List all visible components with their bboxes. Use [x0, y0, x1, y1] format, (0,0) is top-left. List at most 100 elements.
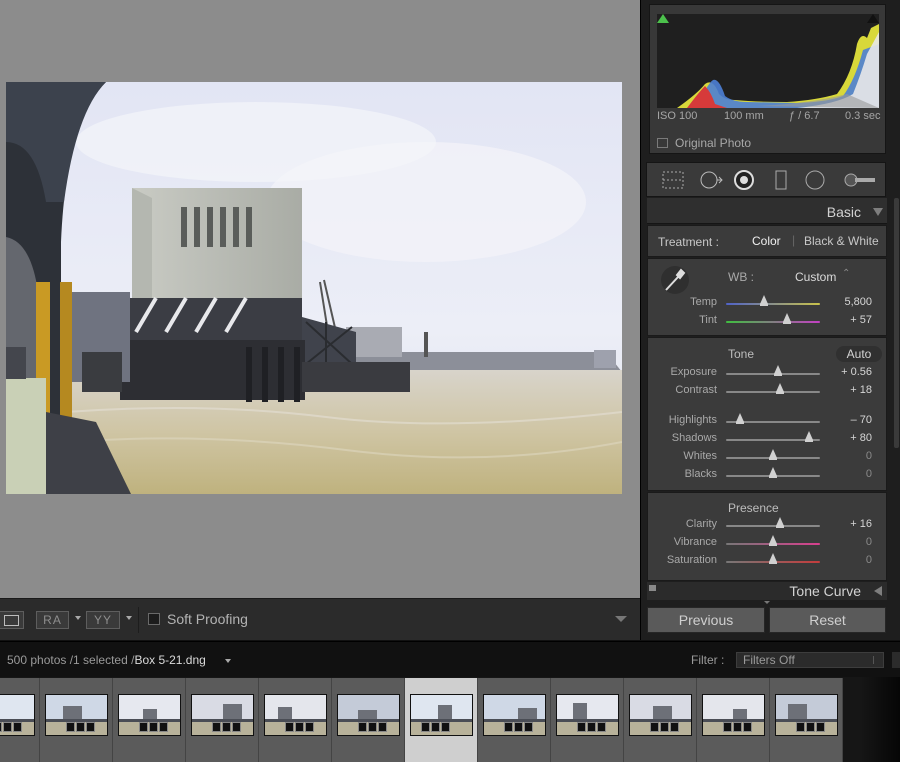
filmstrip-thumbnail[interactable]: [40, 678, 113, 762]
adjustment-brush-icon[interactable]: [841, 169, 877, 191]
thumbnail-badges: [504, 722, 533, 734]
filmstrip-thumbnail[interactable]: [770, 678, 843, 762]
tool-strip: [646, 162, 886, 197]
auto-tone-button[interactable]: Auto: [836, 346, 882, 362]
crop-overlay-icon[interactable]: [661, 169, 685, 191]
badge-icon: [378, 722, 387, 732]
filmstrip-thumbnail[interactable]: [405, 678, 478, 762]
slider-thumb-tint[interactable]: [783, 313, 792, 324]
slider-value-saturation[interactable]: 0: [823, 554, 872, 566]
panel-switch-icon[interactable]: [649, 585, 656, 591]
slider-track-contrast[interactable]: [726, 391, 820, 393]
histogram-graph[interactable]: [657, 14, 879, 108]
photo-count-text: 500 photos /1 selected /Box 5-21.dng: [7, 653, 206, 667]
slider-thumb-highlights[interactable]: [736, 413, 745, 424]
toolbar-menu-icon[interactable]: [615, 616, 627, 622]
spot-removal-icon[interactable]: [699, 169, 723, 191]
soft-proofing-label[interactable]: Soft Proofing: [167, 611, 248, 627]
badge-icon: [149, 722, 158, 732]
slider-value-shadows[interactable]: + 80: [823, 432, 872, 444]
filmstrip-thumbnail[interactable]: [186, 678, 259, 762]
filmstrip-thumbnail[interactable]: [113, 678, 186, 762]
slider-thumb-exposure[interactable]: [773, 365, 782, 376]
image-view[interactable]: [0, 0, 640, 598]
thumbnail-badges: [66, 722, 95, 734]
chevron-down-icon[interactable]: [75, 616, 81, 620]
badge-icon: [0, 722, 2, 732]
reset-button[interactable]: Reset: [769, 607, 886, 633]
slider-label-shadows: Shadows: [671, 432, 717, 444]
selected-filename[interactable]: Box 5-21.dng: [134, 653, 205, 667]
chevron-down-icon[interactable]: [126, 616, 132, 620]
slider-label-tint: Tint: [699, 314, 717, 326]
loupe-view-button[interactable]: [0, 611, 24, 629]
thumbnail-badges: [0, 722, 22, 734]
main-photo[interactable]: [6, 82, 622, 494]
treatment-bw-option[interactable]: Black & White: [804, 234, 879, 248]
slider-thumb-temp[interactable]: [759, 295, 768, 306]
filmstrip-thumbnail[interactable]: [697, 678, 770, 762]
filter-select-value: Filters Off: [743, 653, 795, 667]
before-after-ra-button[interactable]: RA: [36, 611, 69, 629]
select-arrows-icon[interactable]: [873, 656, 880, 664]
filter-label: Filter :: [691, 653, 725, 667]
slider-thumb-saturation[interactable]: [769, 553, 777, 564]
slider-value-clarity[interactable]: + 16: [823, 518, 872, 530]
filmstrip-thumbnail[interactable]: [624, 678, 697, 762]
badge-icon: [358, 722, 367, 732]
previous-button[interactable]: Previous: [647, 607, 765, 633]
slider-value-tint[interactable]: + 57: [823, 314, 872, 326]
filmstrip-thumbnail[interactable]: [259, 678, 332, 762]
filmstrip-thumbnail[interactable]: [0, 678, 40, 762]
collapse-triangle-icon[interactable]: [873, 208, 883, 216]
filter-lock-icon[interactable]: [892, 652, 900, 668]
red-eye-icon[interactable]: [732, 169, 756, 191]
slider-value-contrast[interactable]: + 18: [823, 384, 872, 396]
expand-triangle-icon[interactable]: [874, 586, 882, 596]
slider-thumb-vibrance[interactable]: [769, 535, 777, 546]
graduated-filter-icon[interactable]: [769, 169, 793, 191]
soft-proofing-checkbox[interactable]: [148, 613, 160, 625]
slider-value-highlights[interactable]: – 70: [823, 414, 872, 426]
slider-track-clarity[interactable]: [726, 525, 820, 527]
chevron-down-icon[interactable]: [225, 659, 231, 663]
wb-eyedropper-icon[interactable]: [660, 265, 690, 295]
filmstrip-thumbnail[interactable]: [478, 678, 551, 762]
wb-preset-select[interactable]: Custom: [795, 270, 836, 284]
slider-thumb-contrast[interactable]: [775, 383, 784, 394]
badge-icon: [587, 722, 596, 732]
original-photo-label: Original Photo: [675, 136, 752, 150]
basic-panel-header[interactable]: Basic: [647, 198, 887, 224]
slider-value-vibrance[interactable]: 0: [823, 536, 872, 548]
slider-value-whites[interactable]: 0: [823, 450, 872, 462]
radial-filter-icon[interactable]: [803, 169, 827, 191]
slider-value-temp[interactable]: 5,800: [823, 296, 872, 308]
before-after-yy-button[interactable]: YY: [86, 611, 120, 629]
histogram-curves: [657, 24, 879, 108]
slider-thumb-blacks[interactable]: [769, 467, 777, 478]
wb-select-arrows-icon[interactable]: ⌃: [842, 268, 850, 279]
slider-track-temp[interactable]: [726, 303, 820, 305]
filter-select[interactable]: Filters Off: [736, 652, 884, 668]
badge-icon: [368, 722, 377, 732]
treatment-color-option[interactable]: Color: [752, 234, 781, 248]
filmstrip-thumbnail[interactable]: [332, 678, 405, 762]
lightroom-develop-window: RA YY Soft Proofing ISO 100 100 mm ƒ / 6…: [0, 0, 900, 762]
slider-thumb-whites[interactable]: [769, 449, 777, 460]
filmstrip-edge-fade: [860, 677, 900, 762]
slider-thumb-clarity[interactable]: [775, 517, 784, 528]
filmstrip[interactable]: [0, 677, 900, 762]
thumbnail-badges: [650, 722, 679, 734]
filmstrip-thumbnail[interactable]: [551, 678, 624, 762]
chevron-down-icon[interactable]: [764, 601, 770, 604]
slider-track-tint[interactable]: [726, 321, 820, 323]
original-photo-checkbox[interactable]: [657, 138, 668, 148]
badge-icon: [660, 722, 669, 732]
panel-scrollbar[interactable]: [894, 198, 899, 448]
slider-value-exposure[interactable]: + 0.56: [823, 366, 872, 378]
slider-thumb-shadows[interactable]: [804, 431, 813, 442]
badge-icon: [305, 722, 314, 732]
tone-curve-header[interactable]: Tone Curve: [647, 582, 887, 600]
slider-value-blacks[interactable]: 0: [823, 468, 872, 480]
badge-icon: [650, 722, 659, 732]
